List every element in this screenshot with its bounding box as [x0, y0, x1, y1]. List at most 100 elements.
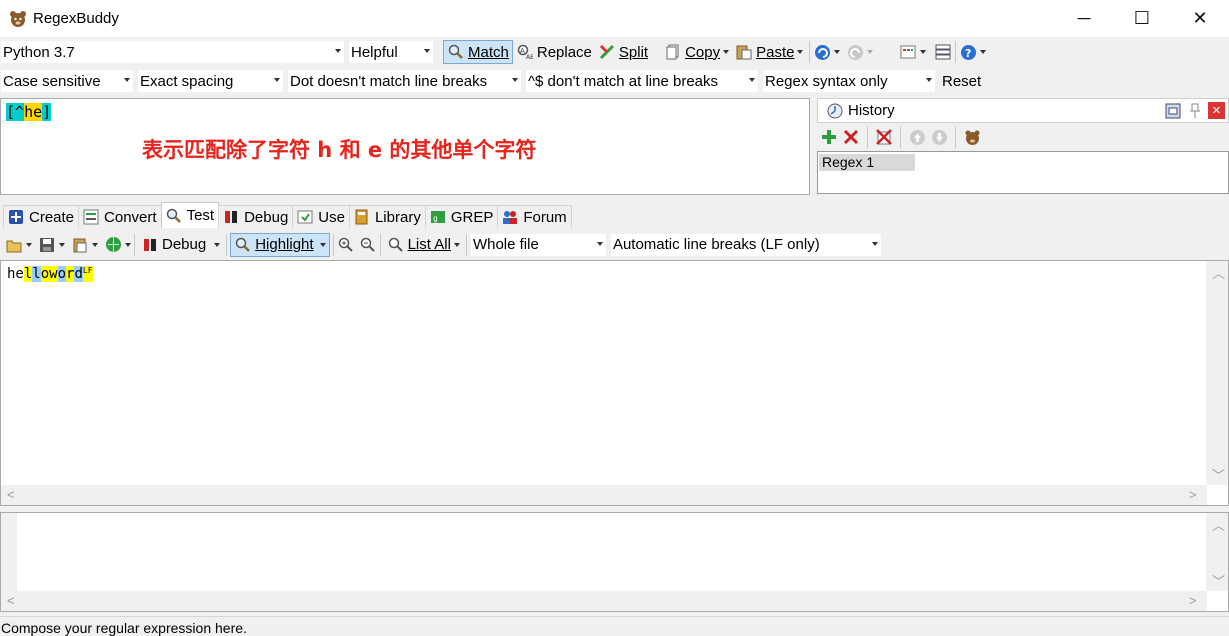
chevron-down-icon[interactable] — [125, 242, 131, 247]
tab-label: GREP — [450, 208, 494, 226]
panel-restore-icon[interactable] — [1164, 102, 1182, 120]
regex-editor[interactable]: [ ^ he ] 表示匹配除了字符 h 和 e 的其他单个字符 — [0, 98, 810, 195]
vertical-scrollbar[interactable]: ︿ ﹀ — [1206, 261, 1228, 485]
delete-icon[interactable] — [842, 128, 860, 146]
debug-button[interactable]: Debug — [138, 233, 223, 257]
replace-button[interactable]: A AB Replace — [513, 40, 595, 64]
toolbar-divider — [134, 233, 135, 256]
tab-test[interactable]: Test — [160, 202, 220, 228]
split-button[interactable]: Split — [595, 40, 651, 64]
horizontal-scrollbar[interactable]: < > — [1, 591, 1207, 611]
tab-create[interactable]: Create — [3, 205, 80, 228]
paste-button[interactable]: Paste — [732, 40, 806, 64]
scroll-down-icon[interactable]: ﹀ — [1212, 571, 1225, 590]
history-item-regex-1[interactable]: Regex 1 — [819, 154, 915, 171]
delete-all-icon[interactable] — [875, 128, 893, 146]
line-break-select[interactable]: Automatic line breaks (LF only) — [609, 232, 882, 257]
reset-button[interactable]: Reset — [939, 69, 984, 93]
results-panel[interactable]: ︿ ﹀ < > — [0, 512, 1229, 612]
tab-convert[interactable]: Convert — [78, 205, 162, 228]
undo-icon[interactable] — [813, 43, 831, 61]
scroll-right-icon[interactable]: > — [1189, 593, 1197, 608]
open-file-icon[interactable] — [5, 236, 23, 254]
minimize-button[interactable]: ─ — [1055, 0, 1113, 37]
toolbar-divider — [955, 41, 957, 63]
chevron-down-icon — [512, 78, 518, 82]
vertical-scrollbar[interactable]: ︿ ﹀ — [1206, 513, 1228, 591]
panel-close-icon[interactable]: ✕ — [1208, 102, 1225, 119]
scope-select[interactable]: Whole file — [469, 232, 607, 257]
case-select[interactable]: Case sensitive — [0, 69, 134, 93]
dot-select[interactable]: Dot doesn't match line breaks — [287, 69, 522, 93]
chevron-down-icon[interactable] — [980, 50, 987, 54]
paste-icon — [735, 43, 753, 61]
chevron-down-icon[interactable] — [59, 242, 65, 247]
tab-library[interactable]: Library — [348, 205, 426, 228]
redo-icon[interactable] — [846, 43, 864, 61]
history-toolbar — [817, 123, 1229, 151]
regex-bracket-close: ] — [42, 103, 52, 121]
chevron-down-icon — [926, 78, 932, 82]
scroll-right-icon[interactable]: > — [1189, 487, 1197, 502]
spacing-select[interactable]: Exact spacing — [137, 69, 284, 93]
main-tabs: Create Convert Test Debug Use Library g G… — [3, 202, 572, 228]
chevron-down-icon[interactable] — [920, 50, 927, 54]
tab-use[interactable]: Use — [292, 205, 350, 228]
list-view-icon[interactable] — [934, 43, 952, 61]
move-down-icon[interactable] — [930, 128, 948, 146]
regex-literal-chars: he — [24, 103, 43, 121]
horizontal-scrollbar[interactable]: < > — [1, 485, 1207, 505]
tab-label: Convert — [104, 208, 157, 226]
scroll-left-icon[interactable]: < — [7, 487, 15, 502]
syntax-select[interactable]: Regex syntax only — [762, 69, 936, 93]
grep-icon: g — [429, 208, 447, 226]
debug-label: Debug — [162, 236, 207, 253]
save-icon[interactable] — [38, 236, 56, 254]
chevron-down-icon[interactable] — [867, 50, 874, 54]
scroll-up-icon[interactable]: ︿ — [1212, 263, 1225, 282]
line-break-value: Automatic line breaks (LF only) — [612, 236, 820, 253]
match-label: Match — [468, 43, 509, 61]
highlight-button[interactable]: Highlight — [230, 232, 330, 257]
clock-icon — [826, 102, 844, 120]
zoom-in-icon[interactable] — [337, 236, 355, 254]
pin-icon[interactable] — [1186, 102, 1204, 120]
move-up-icon[interactable] — [908, 128, 926, 146]
match-button[interactable]: Match — [443, 40, 513, 64]
help-icon[interactable]: ? — [959, 43, 977, 61]
clipboard-icon[interactable] — [71, 236, 89, 254]
replace-label: Replace — [536, 43, 592, 61]
list-all-button[interactable]: List All — [384, 233, 463, 257]
anchors-select[interactable]: ^$ don't match at line breaks — [525, 69, 759, 93]
scroll-down-icon[interactable]: ﹀ — [1212, 465, 1225, 484]
match-segment: o — [40, 266, 50, 282]
toolbar-divider — [226, 233, 228, 256]
dot-value: Dot doesn't match line breaks — [290, 72, 488, 90]
match-segment: l — [23, 266, 33, 282]
mode-select[interactable]: Helpful — [348, 40, 434, 64]
anchors-value: ^$ don't match at line breaks — [528, 72, 719, 90]
toolbar-divider — [332, 233, 334, 256]
web-icon[interactable] — [104, 236, 122, 254]
title-bar: RegexBuddy ─ ☐ ✕ — [0, 0, 1229, 37]
chevron-down-icon[interactable] — [26, 242, 32, 247]
maximize-button[interactable]: ☐ — [1113, 0, 1171, 37]
chevron-down-icon — [424, 49, 430, 53]
close-button[interactable]: ✕ — [1171, 0, 1229, 37]
scroll-up-icon[interactable]: ︿ — [1212, 515, 1225, 534]
library-icon — [353, 208, 371, 226]
chevron-down-icon[interactable] — [92, 242, 98, 247]
buddy-icon[interactable] — [963, 128, 981, 146]
flavor-select[interactable]: Python 3.7 — [0, 40, 345, 64]
zoom-out-icon[interactable] — [359, 236, 377, 254]
test-subject-editor[interactable]: he l l o w o r d LF ︿ ﹀ < > — [0, 260, 1229, 506]
tab-forum[interactable]: Forum — [497, 205, 572, 228]
layout-grid-icon[interactable] — [899, 43, 917, 61]
tab-debug[interactable]: Debug — [218, 205, 294, 228]
chevron-down-icon[interactable] — [834, 50, 841, 54]
match-segment: l — [32, 266, 41, 282]
add-icon[interactable] — [820, 128, 838, 146]
tab-grep[interactable]: g GREP — [424, 205, 499, 228]
scroll-left-icon[interactable]: < — [7, 593, 15, 608]
copy-button[interactable]: Copy — [661, 40, 732, 64]
